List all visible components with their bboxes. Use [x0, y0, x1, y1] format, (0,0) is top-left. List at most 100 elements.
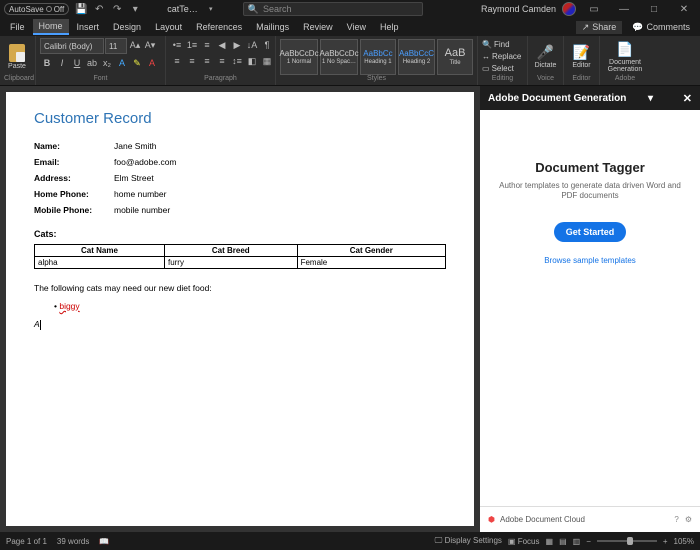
menu-home[interactable]: Home [33, 19, 69, 35]
redo-icon[interactable]: ↷ [111, 3, 123, 15]
sort-icon[interactable]: ↓A [245, 38, 259, 52]
zoom-out-icon[interactable]: − [586, 537, 591, 546]
menu-file[interactable]: File [4, 20, 31, 34]
style-heading1[interactable]: AaBbCcHeading 1 [360, 39, 396, 75]
align-right-icon[interactable]: ≡ [200, 54, 214, 68]
menu-references[interactable]: References [190, 20, 248, 34]
close-icon[interactable]: ✕ [672, 1, 696, 17]
save-icon[interactable]: 💾 [75, 3, 87, 15]
filename-dropdown-icon[interactable]: ▾ [205, 3, 217, 15]
align-left-icon[interactable]: ≡ [170, 54, 184, 68]
subscript-button[interactable]: x₂ [100, 56, 114, 70]
proofing-icon[interactable]: 📖 [99, 537, 109, 546]
font-size-select[interactable]: 11 [105, 38, 127, 54]
settings-icon[interactable]: ⚙ [685, 515, 692, 524]
group-clipboard-label: Clipboard [4, 75, 31, 83]
underline-button[interactable]: U [70, 56, 84, 70]
spellcheck-word: biggy [59, 301, 79, 311]
focus-button[interactable]: ▣ Focus [508, 537, 540, 546]
group-editing-label: Editing [482, 75, 523, 83]
zoom-in-icon[interactable]: + [663, 537, 668, 546]
style-nospacing[interactable]: AaBbCcDc1 No Spac… [320, 39, 358, 75]
panel-close-icon[interactable]: ✕ [683, 92, 692, 105]
font-color-icon[interactable]: A [145, 56, 159, 70]
word-count[interactable]: 39 words [57, 537, 89, 546]
field-label: Email: [34, 157, 114, 167]
doc-title: Customer Record [34, 110, 446, 127]
td: alpha [35, 257, 165, 269]
replace-button[interactable]: ↔Replace [482, 50, 521, 62]
user-avatar[interactable] [562, 2, 576, 16]
menu-design[interactable]: Design [107, 20, 147, 34]
view-read-icon[interactable]: ▤ [559, 537, 567, 546]
menu-view[interactable]: View [341, 20, 372, 34]
shading-icon[interactable]: ◧ [245, 54, 259, 68]
select-button[interactable]: ▭Select [482, 62, 514, 74]
grow-font-icon[interactable]: A▴ [128, 38, 142, 52]
style-title[interactable]: AaBTitle [437, 39, 473, 75]
menu-review[interactable]: Review [297, 20, 339, 34]
maximize-icon[interactable]: □ [642, 1, 666, 17]
indent-icon[interactable]: ▶ [230, 38, 244, 52]
bold-button[interactable]: B [40, 56, 54, 70]
document-canvas[interactable]: Customer Record Name:Jane Smith Email:fo… [0, 86, 480, 532]
justify-icon[interactable]: ≡ [215, 54, 229, 68]
menu-help[interactable]: Help [374, 20, 405, 34]
line-spacing-icon[interactable]: ↕≡ [230, 54, 244, 68]
ribbon-options-icon[interactable]: ▭ [582, 1, 606, 17]
zoom-slider[interactable] [597, 540, 657, 542]
browse-templates-link[interactable]: Browse sample templates [544, 256, 636, 265]
style-normal[interactable]: AaBbCcDc1 Normal [280, 39, 318, 75]
paste-button[interactable]: Paste [4, 39, 30, 75]
minimize-icon[interactable]: — [612, 1, 636, 17]
share-button[interactable]: ↗Share [576, 21, 623, 34]
page-count[interactable]: Page 1 of 1 [6, 537, 47, 546]
pilcrow-icon[interactable]: ¶ [260, 38, 274, 52]
borders-icon[interactable]: ▦ [260, 54, 274, 68]
numbering-icon[interactable]: 1≡ [185, 38, 199, 52]
main-area: Customer Record Name:Jane Smith Email:fo… [0, 86, 700, 532]
style-heading2[interactable]: AaBbCcCHeading 2 [398, 39, 435, 75]
qat-dropdown-icon[interactable]: ▾ [129, 3, 141, 15]
panel-dropdown-icon[interactable]: ▾ [648, 93, 653, 104]
td: furry [164, 257, 297, 269]
paste-label: Paste [8, 63, 26, 70]
dedent-icon[interactable]: ◀ [215, 38, 229, 52]
menu-layout[interactable]: Layout [149, 20, 188, 34]
help-icon[interactable]: ? [674, 515, 678, 524]
view-print-icon[interactable]: ▦ [546, 537, 554, 546]
shrink-font-icon[interactable]: A▾ [143, 38, 157, 52]
strike-button[interactable]: ab [85, 56, 99, 70]
username-label[interactable]: Raymond Camden [481, 4, 556, 14]
comments-button[interactable]: 💬Comments [626, 21, 696, 34]
dictate-button[interactable]: 🎤Dictate [532, 44, 559, 69]
autosave-toggle[interactable]: AutoSave Off [4, 3, 69, 15]
undo-icon[interactable]: ↶ [93, 3, 105, 15]
display-settings-button[interactable]: 🖵 Display Settings [435, 536, 502, 546]
search-input[interactable]: 🔍 Search [243, 2, 423, 16]
field-value: foo@adobe.com [114, 157, 177, 167]
text-effects-icon[interactable]: A [115, 56, 129, 70]
editor-icon: 📝 [573, 44, 590, 61]
group-adobe-label: Adobe [604, 75, 646, 83]
italic-button[interactable]: I [55, 56, 69, 70]
document-filename[interactable]: catTe… [167, 4, 198, 14]
align-center-icon[interactable]: ≡ [185, 54, 199, 68]
get-started-button[interactable]: Get Started [554, 222, 627, 242]
menu-insert[interactable]: Insert [71, 20, 106, 34]
select-icon: ▭ [482, 64, 490, 73]
zoom-level[interactable]: 105% [674, 537, 694, 546]
font-name-select[interactable]: Calibri (Body) [40, 38, 104, 54]
highlight-icon[interactable]: ✎ [130, 56, 144, 70]
menu-mailings[interactable]: Mailings [250, 20, 295, 34]
panel-title: Adobe Document Generation [488, 93, 626, 104]
view-web-icon[interactable]: ▥ [573, 537, 581, 546]
docgen-button[interactable]: 📄Document Generation [604, 41, 646, 73]
editor-button[interactable]: 📝Editor [568, 44, 595, 69]
autosave-state: Off [54, 5, 65, 14]
page[interactable]: Customer Record Name:Jane Smith Email:fo… [6, 92, 474, 526]
share-label: Share [592, 22, 616, 32]
find-button[interactable]: 🔍Find [482, 38, 510, 50]
multilevel-icon[interactable]: ≡ [200, 38, 214, 52]
bullets-icon[interactable]: •≡ [170, 38, 184, 52]
